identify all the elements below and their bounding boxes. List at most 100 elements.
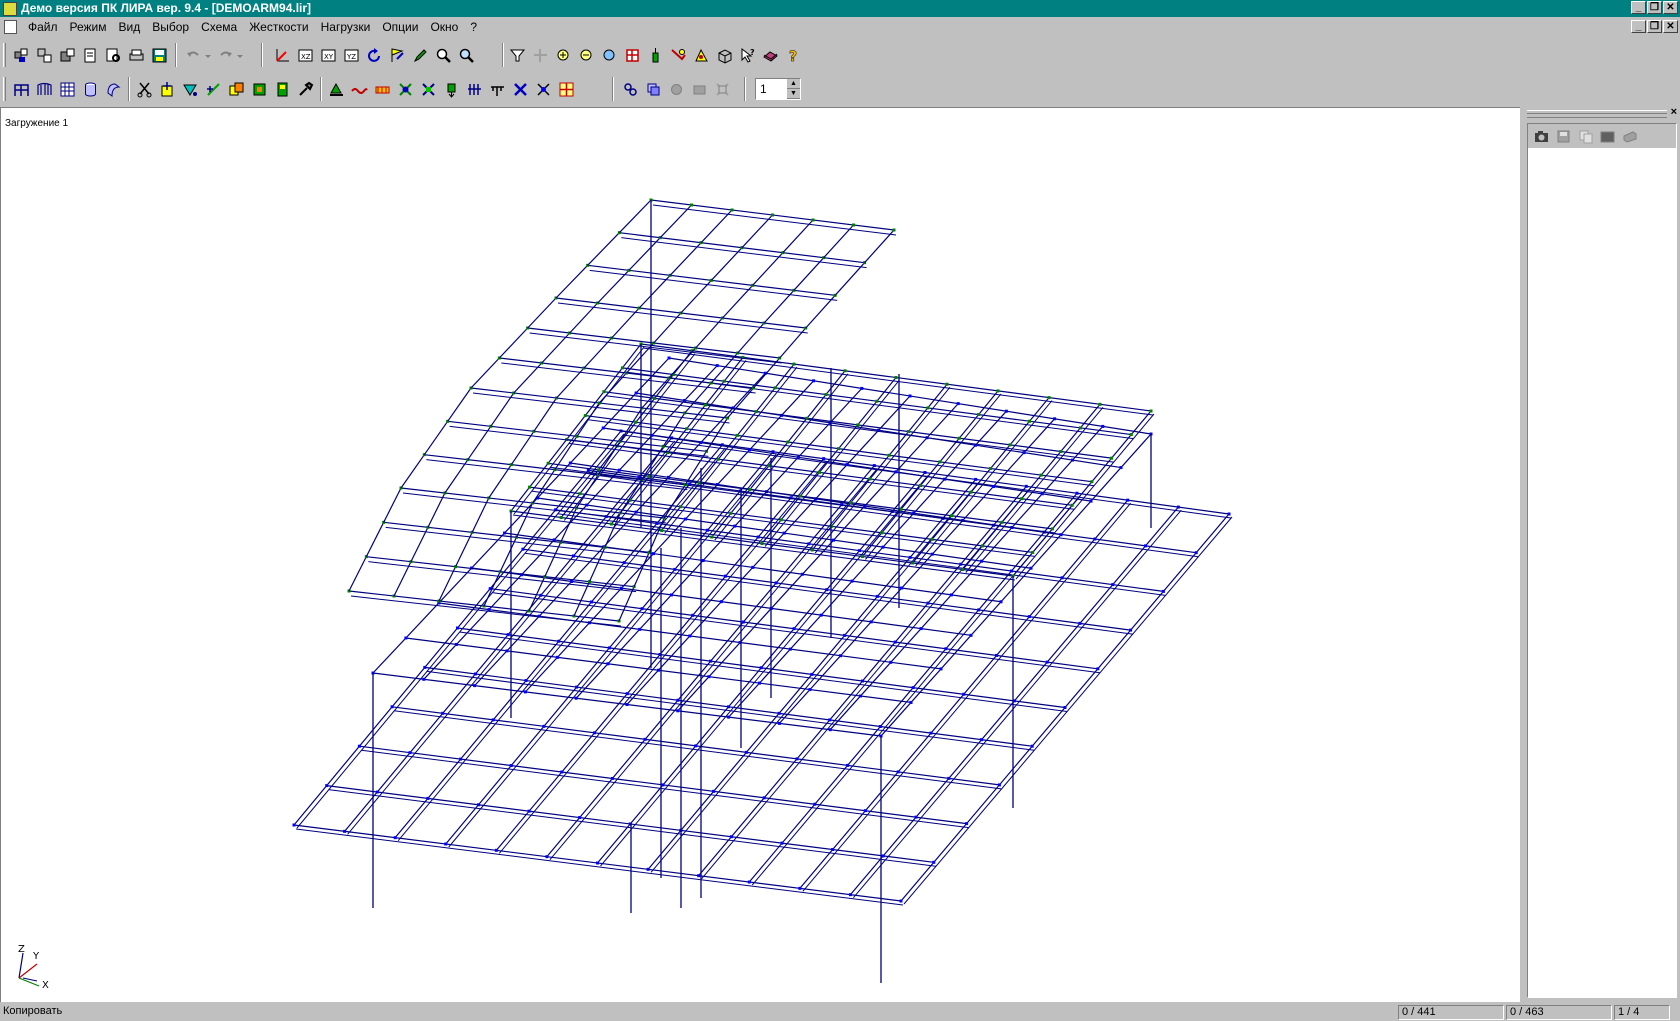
mesh-node[interactable]	[786, 440, 790, 444]
mesh-line[interactable]	[722, 284, 754, 319]
mesh-node[interactable]	[926, 406, 930, 410]
model-viewport[interactable]: Загружение 1 Z Y X	[0, 107, 1520, 1002]
mesh-node[interactable]	[1053, 417, 1057, 421]
mesh-node[interactable]	[684, 517, 688, 521]
mesh-node[interactable]	[945, 382, 949, 386]
mesh-node[interactable]	[596, 861, 599, 865]
mesh-node[interactable]	[597, 468, 601, 472]
menu-scheme[interactable]: Схема	[195, 20, 243, 35]
supports-icon[interactable]	[326, 79, 347, 100]
loadcase-stepper[interactable]: 1 ▲ ▼	[755, 78, 801, 100]
mesh-line[interactable]	[752, 252, 784, 286]
menu-window[interactable]: Окно	[424, 20, 464, 35]
mesh-line[interactable]	[880, 433, 1152, 737]
mesh-node[interactable]	[894, 376, 898, 379]
mesh-node[interactable]	[828, 718, 832, 722]
copy-object-icon[interactable]	[226, 79, 247, 100]
projection-xy-icon[interactable]: XY	[318, 45, 339, 66]
mesh-node[interactable]	[699, 441, 703, 445]
mesh-line[interactable]	[512, 514, 1016, 581]
mesh-node[interactable]	[509, 764, 513, 768]
mesh-line[interactable]	[618, 199, 652, 234]
mesh-node[interactable]	[989, 466, 993, 470]
open-icon[interactable]	[57, 45, 78, 66]
mesh-node[interactable]	[523, 690, 527, 694]
mesh-node[interactable]	[930, 537, 934, 541]
mesh-node[interactable]	[723, 574, 727, 578]
mesh-node[interactable]	[881, 545, 885, 549]
mesh-line[interactable]	[383, 487, 402, 523]
redo-dropdown-icon[interactable]	[235, 45, 245, 66]
mesh-node[interactable]	[856, 423, 860, 427]
mesh-line[interactable]	[348, 556, 367, 592]
mesh-line[interactable]	[472, 392, 730, 424]
menu-view[interactable]: Вид	[113, 20, 147, 35]
mesh-line[interactable]	[779, 327, 807, 359]
truss-generator-icon[interactable]	[34, 79, 55, 100]
mesh-node[interactable]	[950, 514, 954, 518]
mesh-node[interactable]	[909, 700, 913, 704]
mesh-node[interactable]	[586, 468, 590, 472]
mesh-node[interactable]	[404, 636, 408, 640]
mesh-line[interactable]	[618, 586, 635, 622]
mesh-node[interactable]	[860, 386, 864, 390]
mesh-node[interactable]	[545, 855, 549, 859]
filter-icon[interactable]	[507, 45, 528, 66]
mesh-node[interactable]	[807, 542, 811, 546]
mesh-node[interactable]	[832, 538, 836, 542]
restore-button[interactable]: ❐	[1647, 1, 1662, 14]
mesh-node[interactable]	[487, 608, 491, 612]
mesh-line[interactable]	[805, 294, 836, 329]
mesh-node[interactable]	[1008, 443, 1012, 447]
mesh-node[interactable]	[703, 403, 707, 407]
select-node-icon[interactable]	[668, 45, 689, 66]
nodal-forces-icon[interactable]	[418, 79, 439, 100]
mesh-line[interactable]	[604, 512, 621, 548]
mesh-node[interactable]	[679, 505, 683, 509]
elements-display-icon[interactable]	[643, 79, 664, 100]
mesh-line[interactable]	[695, 317, 723, 349]
mesh-node[interactable]	[773, 386, 777, 390]
mesh-node[interactable]	[1022, 451, 1026, 455]
mesh-node[interactable]	[843, 369, 847, 373]
mesh-node[interactable]	[900, 586, 904, 590]
loadcase-value[interactable]: 1	[760, 82, 767, 96]
mesh-line[interactable]	[447, 387, 472, 422]
mesh-node[interactable]	[798, 494, 802, 498]
toolbar-grip[interactable]	[3, 43, 6, 67]
mesh-line[interactable]	[459, 631, 1068, 712]
mesh-node[interactable]	[881, 854, 885, 858]
mesh-node[interactable]	[646, 867, 650, 871]
mesh-node[interactable]	[1071, 458, 1075, 462]
mesh-node[interactable]	[1070, 503, 1074, 507]
mesh-node[interactable]	[691, 613, 695, 617]
doc-minimize-button[interactable]: _	[1631, 20, 1646, 33]
mesh-line[interactable]	[510, 430, 535, 466]
mesh-node[interactable]	[863, 809, 867, 813]
mesh-node[interactable]	[1060, 576, 1064, 580]
rotate-object-icon[interactable]	[272, 79, 293, 100]
fragment-icon[interactable]	[530, 45, 551, 66]
mesh-node[interactable]	[792, 362, 796, 366]
shell-generator-icon[interactable]	[103, 79, 124, 100]
mesh-node[interactable]	[1093, 537, 1097, 541]
mesh-node[interactable]	[625, 703, 629, 706]
mesh-node[interactable]	[889, 660, 893, 664]
mesh-line[interactable]	[444, 459, 469, 494]
mesh-node[interactable]	[722, 379, 726, 383]
mesh-node[interactable]	[767, 464, 771, 468]
side-panel-header[interactable]: ×	[1525, 106, 1677, 119]
flags-icon[interactable]	[387, 45, 408, 66]
mesh-line[interactable]	[470, 357, 500, 389]
undo-icon[interactable]	[183, 45, 204, 66]
mesh-line[interactable]	[653, 312, 682, 344]
mesh-node[interactable]	[748, 448, 752, 452]
mesh-line[interactable]	[529, 332, 782, 364]
mesh-node[interactable]	[729, 511, 733, 515]
mesh-node[interactable]	[503, 531, 507, 535]
mesh-node[interactable]	[1110, 456, 1114, 460]
mesh-line[interactable]	[659, 204, 692, 239]
mesh-node[interactable]	[779, 518, 783, 522]
mesh-node[interactable]	[676, 698, 680, 702]
mesh-node[interactable]	[656, 668, 660, 672]
